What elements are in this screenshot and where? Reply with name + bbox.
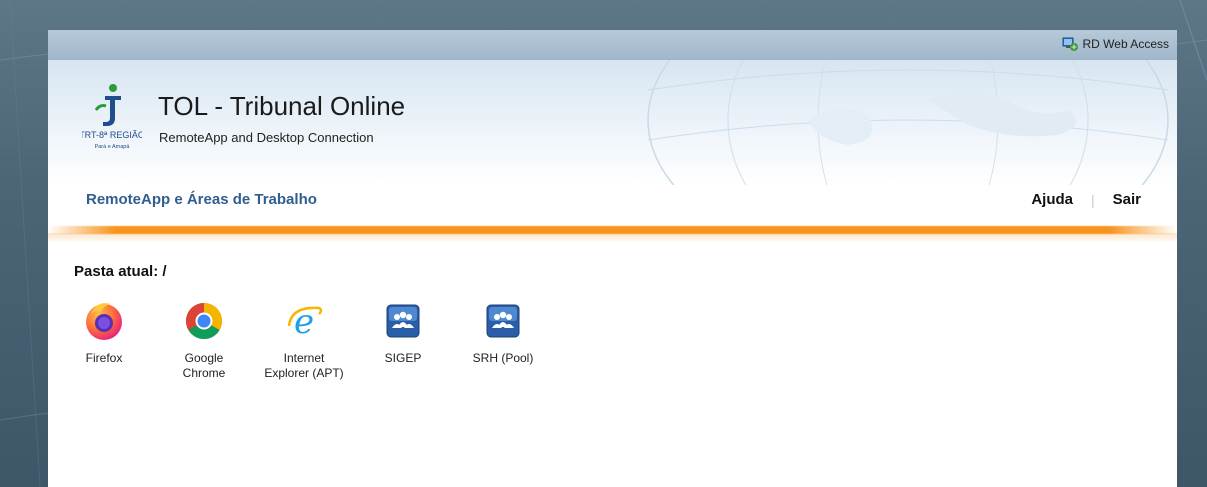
- page-subtitle: RemoteApp and Desktop Connection: [159, 130, 374, 145]
- nav-bar: RemoteApp e Áreas de Trabalho Ajuda | Sa…: [48, 185, 1177, 227]
- internet-explorer-icon: e: [287, 302, 323, 342]
- orange-divider-glow: [48, 233, 1177, 243]
- rd-web-access-icon: [1062, 37, 1078, 51]
- app-internet-explorer-apt[interactable]: e Internet Explorer (APT): [254, 300, 354, 381]
- remoteapp-people-icon: [386, 304, 420, 338]
- app-grid: Firefox Google Chrome e Internet Explore…: [48, 300, 1177, 420]
- nav-section-title[interactable]: RemoteApp e Áreas de Trabalho: [86, 191, 317, 208]
- app-label: Firefox: [85, 351, 123, 365]
- app-google-chrome[interactable]: Google Chrome: [154, 300, 254, 381]
- rd-web-window: RD Web Access TRT-8ª REGIÃO Pará e Amapá…: [48, 30, 1177, 487]
- app-label: Internet Explorer (APT): [264, 351, 344, 380]
- page-title: TOL - Tribunal Online: [158, 91, 406, 121]
- app-firefox[interactable]: Firefox: [54, 300, 154, 366]
- rd-web-access-label: RD Web Access: [1082, 37, 1169, 51]
- svg-text:TRT-8ª REGIÃO: TRT-8ª REGIÃO: [82, 130, 142, 140]
- current-folder-label: Pasta atual: /: [74, 263, 167, 280]
- header-banner: TRT-8ª REGIÃO Pará e Amapá TOL - Tribuna…: [48, 60, 1177, 185]
- trt8-logo: TRT-8ª REGIÃO Pará e Amapá: [82, 84, 142, 150]
- signout-link[interactable]: Sair: [1113, 191, 1141, 208]
- top-bar: RD Web Access: [48, 30, 1177, 60]
- firefox-icon: [86, 303, 122, 340]
- globe-background-icon: [647, 60, 1169, 185]
- app-srh-pool[interactable]: SRH (Pool): [453, 300, 553, 366]
- nav-links: Ajuda | Sair: [1031, 191, 1141, 208]
- svg-text:Pará e Amapá: Pará e Amapá: [95, 144, 131, 150]
- chrome-icon: [185, 303, 223, 340]
- app-label: Google Chrome: [182, 351, 226, 380]
- remoteapp-people-icon: [486, 304, 520, 338]
- nav-separator: |: [1091, 191, 1095, 208]
- rd-web-access-link[interactable]: RD Web Access: [1062, 36, 1169, 52]
- app-label: SIGEP: [384, 351, 422, 365]
- help-link[interactable]: Ajuda: [1031, 191, 1073, 208]
- app-label: SRH (Pool): [472, 351, 534, 365]
- app-sigep[interactable]: SIGEP: [353, 300, 453, 366]
